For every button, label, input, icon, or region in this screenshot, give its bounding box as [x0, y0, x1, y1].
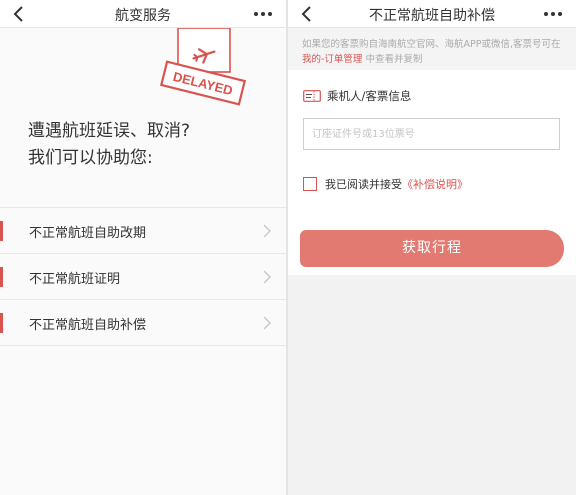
section-title-label: 乘机人/客票信息	[327, 89, 412, 103]
service-menu: 不正常航班自助改期 不正常航班证明 不正常航班自助补偿	[0, 207, 286, 346]
compensation-terms-link[interactable]: 《补偿说明》	[402, 176, 468, 192]
accent-bar	[0, 313, 3, 333]
more-dots-icon[interactable]	[252, 3, 274, 25]
accent-bar	[0, 267, 3, 287]
chevron-right-icon	[263, 224, 271, 238]
agreement-row: 我已阅读并接受 《补偿说明》	[303, 176, 468, 192]
page-title: 航变服务	[115, 8, 171, 24]
order-management-link[interactable]: 我的-订单管理	[302, 54, 362, 65]
menu-item-label: 不正常航班证明	[29, 272, 121, 287]
passenger-form: 乘机人/客票信息 我已阅读并接受 《补偿说明》 获取行程	[288, 70, 576, 275]
left-screen: 航变服务 DELAYED 遭遇航班延误、取消? 我们可以协助您: 不正常航班自助…	[0, 0, 286, 495]
notice-text: 如果您的客票购自海南航空官网、海航APP或微信,客票号可在	[302, 39, 561, 50]
notice-text-end: 中查看并复制	[365, 54, 423, 65]
menu-item-label: 不正常航班自助改期	[29, 226, 147, 241]
notice-banner: 如果您的客票购自海南航空官网、海航APP或微信,客票号可在 我的-订单管理 中查…	[288, 28, 576, 70]
agreement-checkbox[interactable]	[303, 177, 317, 191]
navigation-bar: 航变服务	[0, 0, 286, 28]
menu-item-self-compensation[interactable]: 不正常航班自助补偿	[0, 300, 286, 346]
menu-item-label: 不正常航班自助补偿	[29, 318, 147, 333]
agreement-text: 我已阅读并接受	[325, 178, 402, 191]
id-or-ticket-input[interactable]	[303, 118, 560, 150]
navigation-bar: 不正常航班自助补偿	[288, 0, 576, 28]
menu-item-irregular-certificate[interactable]: 不正常航班证明	[0, 254, 286, 300]
more-dots-icon[interactable]	[542, 3, 564, 25]
menu-item-self-reschedule[interactable]: 不正常航班自助改期	[0, 208, 286, 254]
boarding-pass-icon	[303, 90, 321, 102]
get-itinerary-button[interactable]: 获取行程	[300, 230, 564, 267]
chevron-right-icon	[263, 270, 271, 284]
delayed-sign-illustration: DELAYED	[159, 28, 247, 106]
headline-line-1: 遭遇航班延误、取消?	[28, 121, 191, 141]
headline: 遭遇航班延误、取消? 我们可以协助您:	[28, 118, 268, 172]
right-screen: 不正常航班自助补偿 如果您的客票购自海南航空官网、海航APP或微信,客票号可在 …	[288, 0, 576, 495]
accent-bar	[0, 221, 3, 241]
headline-line-2: 我们可以协助您:	[28, 148, 153, 168]
page-title: 不正常航班自助补偿	[369, 8, 495, 24]
chevron-right-icon	[263, 316, 271, 330]
section-title: 乘机人/客票信息	[303, 88, 411, 104]
